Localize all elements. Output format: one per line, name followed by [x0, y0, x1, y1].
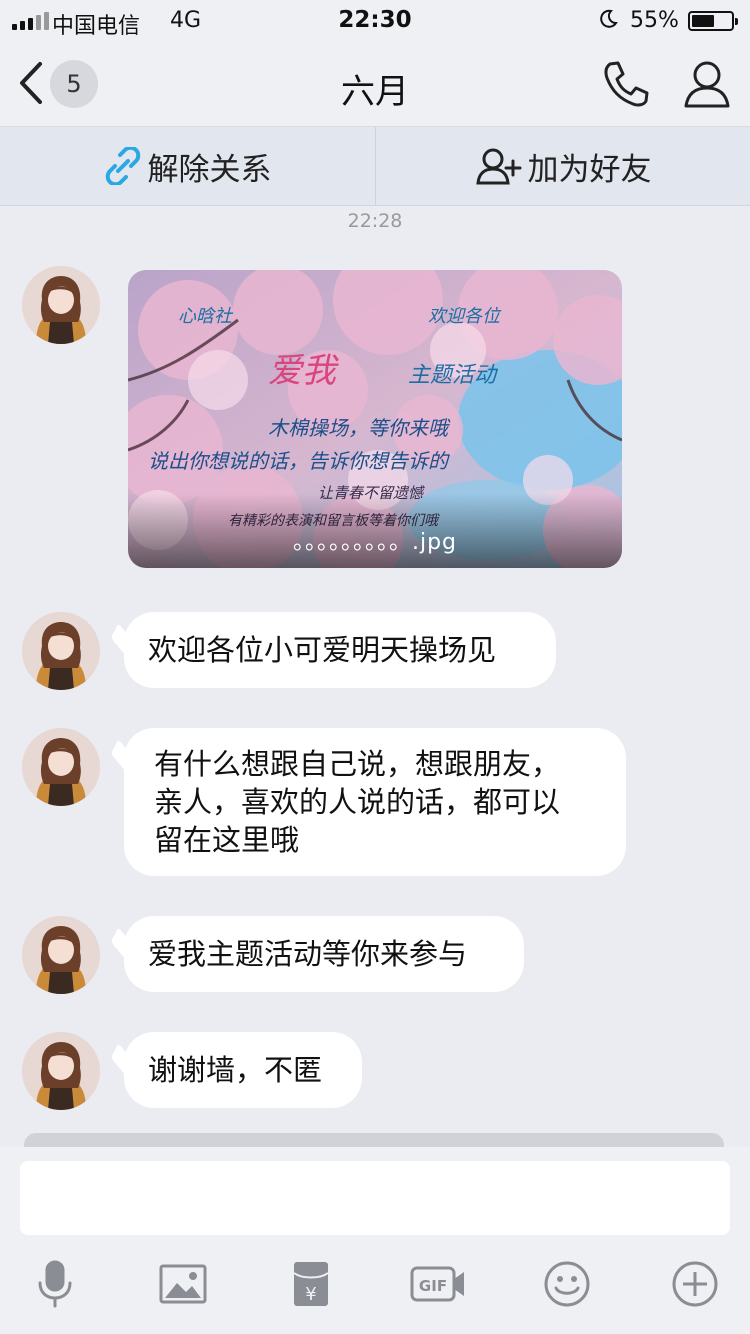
message-bubble[interactable]: 谢谢墙，不匿: [124, 1032, 362, 1108]
profile-icon[interactable]: [682, 58, 732, 110]
avatar[interactable]: [22, 728, 100, 806]
phone-icon[interactable]: [600, 58, 652, 110]
add-friend-button[interactable]: 加为好友: [376, 127, 750, 205]
gif-icon[interactable]: GIF: [410, 1259, 466, 1309]
input-area: ¥ GIF: [0, 1147, 750, 1334]
avatar[interactable]: [22, 1032, 100, 1110]
image-message[interactable]: 心晗社 欢迎各位 爱我 主题活动 木棉操场，等你来哦 说出你想说的话，告诉你想告…: [128, 270, 622, 568]
image-filename: 。。。。。。。。。.jpg: [292, 530, 458, 555]
navigation-bar: 5 六月: [0, 40, 750, 126]
message-timestamp: 22:28: [347, 210, 403, 232]
svg-text:¥: ¥: [305, 1284, 316, 1305]
message-bubble[interactable]: 欢迎各位小可爱明天操场见: [124, 612, 556, 688]
link-icon: [105, 147, 140, 185]
message-bubble[interactable]: 爱我主题活动等你来参与: [124, 916, 524, 992]
message-input[interactable]: [20, 1161, 730, 1235]
message-text: 爱我主题活动等你来参与: [148, 937, 468, 971]
add-friend-icon: [475, 148, 521, 185]
emoji-icon[interactable]: [542, 1259, 592, 1309]
message-text: 有什么想跟自己说，想跟朋友， 亲人，喜欢的人说的话，都可以 留在这里哦: [154, 747, 561, 857]
avatar[interactable]: [22, 266, 100, 344]
avatar[interactable]: [22, 612, 100, 690]
message-text: 谢谢墙，不匿: [148, 1053, 323, 1087]
status-bar: 中国电信 4G 22:30 55%: [0, 0, 750, 40]
microphone-icon[interactable]: [30, 1259, 80, 1309]
do-not-disturb-moon-icon: [600, 9, 618, 28]
avatar[interactable]: [22, 916, 100, 994]
red-packet-icon[interactable]: ¥: [286, 1259, 336, 1309]
add-friend-label: 加为好友: [527, 151, 652, 188]
battery-icon: [688, 11, 738, 31]
relationship-action-bar: 解除关系 加为好友: [0, 126, 750, 206]
unlink-relationship-button[interactable]: 解除关系: [0, 127, 375, 205]
image-icon[interactable]: [158, 1259, 208, 1309]
plus-icon[interactable]: [670, 1259, 720, 1309]
message-text: 欢迎各位小可爱明天操场见: [148, 633, 497, 667]
unlink-label: 解除关系: [147, 151, 272, 188]
scroll-edge: [24, 1133, 724, 1147]
battery-percentage: 55%: [630, 8, 679, 33]
message-bubble[interactable]: 有什么想跟自己说，想跟朋友， 亲人，喜欢的人说的话，都可以 留在这里哦: [124, 728, 626, 876]
svg-text:GIF: GIF: [419, 1277, 447, 1295]
